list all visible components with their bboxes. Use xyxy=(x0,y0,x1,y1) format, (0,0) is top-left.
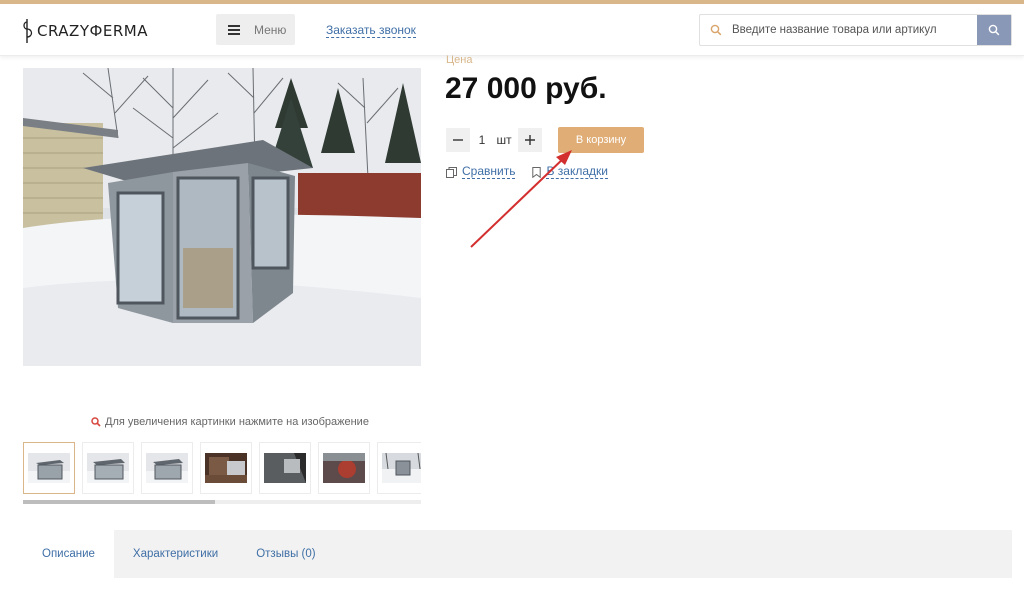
bookmark-link[interactable]: В закладки xyxy=(532,165,608,179)
zoom-hint-text: Для увеличения картинки нажмите на изобр… xyxy=(105,416,369,428)
zoom-hint: Для увеличения картинки нажмите на изобр… xyxy=(91,416,369,428)
callback-link[interactable]: Заказать звонок xyxy=(326,23,416,38)
thumbnail[interactable] xyxy=(23,442,75,494)
search-input[interactable] xyxy=(732,15,977,45)
menu-label: Меню xyxy=(254,22,287,37)
search-bar xyxy=(699,14,1012,46)
decrease-quantity-button[interactable] xyxy=(446,128,470,152)
plus-icon xyxy=(525,135,535,145)
tab-characteristics[interactable]: Характеристики xyxy=(114,530,237,578)
zoom-icon xyxy=(91,417,101,427)
bookmark-label: В закладки xyxy=(546,164,608,179)
quantity-stepper: 1 шт xyxy=(446,127,542,153)
thumbnail[interactable] xyxy=(141,442,193,494)
thumbnail[interactable] xyxy=(200,442,252,494)
thumbnail[interactable] xyxy=(82,442,134,494)
product-price: 27 000 руб. xyxy=(445,72,607,105)
thumbnail-scrollbar[interactable] xyxy=(23,500,421,504)
hamburger-icon xyxy=(228,24,240,35)
site-logo[interactable]: CRAZYФERMA xyxy=(22,18,148,44)
price-label: Цена xyxy=(446,54,473,66)
compare-label: Сравнить xyxy=(462,164,516,179)
thumbnail-strip xyxy=(23,442,421,494)
product-actions: Сравнить В закладки xyxy=(446,165,625,179)
tab-description[interactable]: Описание xyxy=(23,530,114,578)
logo-text: CRAZYФERMA xyxy=(37,22,149,40)
search-icon xyxy=(700,15,732,45)
minus-icon xyxy=(453,139,463,141)
site-header: CRAZYФERMA Меню Заказать звонок xyxy=(0,4,1024,56)
product-main-image[interactable] xyxy=(23,68,421,366)
thumbnail[interactable] xyxy=(377,442,421,494)
menu-button[interactable]: Меню xyxy=(216,14,295,45)
scrollbar-handle[interactable] xyxy=(23,500,215,504)
compare-link[interactable]: Сравнить xyxy=(446,164,516,179)
quantity-unit: шт xyxy=(496,133,512,147)
compare-icon xyxy=(446,166,457,178)
thumbnail[interactable] xyxy=(318,442,370,494)
bookmark-icon xyxy=(532,166,542,178)
increase-quantity-button[interactable] xyxy=(518,128,542,152)
search-submit-button[interactable] xyxy=(977,15,1011,45)
add-to-cart-button[interactable]: В корзину xyxy=(558,127,644,153)
product-tabs: Описание Характеристики Отзывы (0) xyxy=(23,530,1012,578)
search-button-icon xyxy=(988,24,1000,36)
tab-reviews[interactable]: Отзывы (0) xyxy=(237,530,334,578)
quantity-value[interactable]: 1 xyxy=(470,133,494,147)
thumbnail[interactable] xyxy=(259,442,311,494)
logo-symbol-icon xyxy=(23,19,33,43)
